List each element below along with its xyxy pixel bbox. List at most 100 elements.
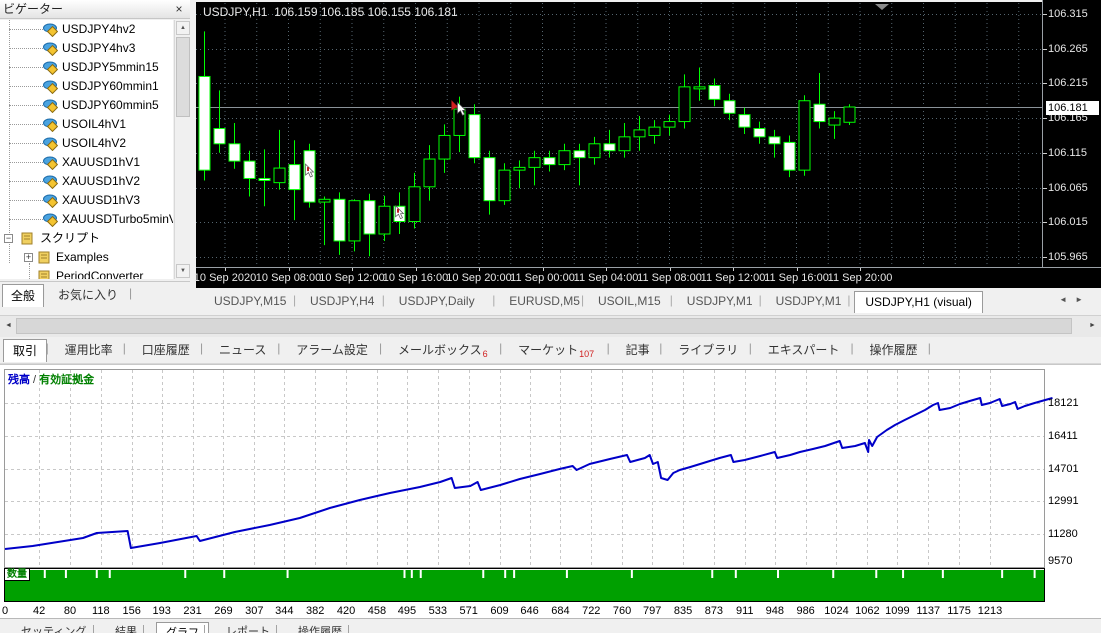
hscroll-thumb[interactable] bbox=[16, 318, 1072, 334]
candle-body bbox=[663, 121, 676, 128]
expert-advisor-icon bbox=[43, 117, 59, 133]
chart-tab-3[interactable]: EURUSD,M5 bbox=[499, 291, 590, 312]
trade-tick-label: 911 bbox=[735, 605, 754, 617]
sidebar-item-expert[interactable]: USDJPY60mmin1 bbox=[0, 77, 173, 96]
sidebar-item-expert[interactable]: USDJPY60mmin5 bbox=[0, 96, 173, 115]
tester-tab-0[interactable]: セッティング bbox=[12, 622, 95, 633]
volume-gap bbox=[777, 570, 780, 578]
volume-gap bbox=[410, 570, 413, 578]
tester-tab-3[interactable]: レポート bbox=[217, 622, 279, 633]
chart-tab-5[interactable]: USDJPY,M1 bbox=[677, 291, 763, 312]
trade-tick-label: 42 bbox=[32, 605, 46, 617]
chart-tab-6[interactable]: USDJPY,M1 bbox=[766, 291, 852, 312]
collapse-icon[interactable]: − bbox=[4, 234, 13, 243]
tab-separator: | bbox=[748, 341, 752, 355]
marker-tick bbox=[307, 167, 309, 172]
terminal-tab-1[interactable]: 運用比率 bbox=[56, 339, 122, 361]
chart-tab-4[interactable]: USOIL,M15 bbox=[588, 291, 671, 312]
terminal-tab-7[interactable]: 記事 bbox=[617, 339, 659, 361]
terminal-tab-6[interactable]: マーケット107 bbox=[509, 339, 603, 361]
hscroll-left-icon[interactable]: ◄ bbox=[1, 318, 16, 334]
axis-tick bbox=[796, 268, 798, 271]
tester-tab-1[interactable]: 結果 bbox=[106, 622, 146, 633]
sidebar-item-expert[interactable]: XAUUSDTurbo5minV bbox=[0, 210, 173, 229]
sidebar-item-expert[interactable]: USDJPY5mmin15 bbox=[0, 58, 173, 77]
price-tick-label: 106.215 bbox=[1048, 77, 1088, 89]
terminal-tab-10[interactable]: 操作履歴 bbox=[861, 339, 927, 361]
sidebar-item-label: XAUUSD1hV2 bbox=[62, 174, 141, 188]
candle-body bbox=[588, 143, 601, 159]
scroll-up-icon[interactable]: ▲ bbox=[176, 21, 190, 35]
volume-gap bbox=[941, 570, 944, 578]
expand-icon[interactable]: + bbox=[24, 253, 33, 262]
candle-body bbox=[303, 150, 316, 203]
candle-body bbox=[543, 157, 556, 166]
scrollbar-thumb[interactable] bbox=[176, 37, 190, 117]
tester-tab-4[interactable]: 操作履歴 bbox=[289, 622, 351, 633]
sidebar-item-expert[interactable]: USOIL4hV1 bbox=[0, 115, 173, 134]
sidebar-item-expert[interactable]: XAUUSD1hV1 bbox=[0, 153, 173, 172]
tab-separator: | bbox=[203, 624, 206, 633]
chart-tab-7[interactable]: USDJPY,H1 (visual) bbox=[854, 291, 983, 313]
volume-gap bbox=[734, 570, 737, 578]
axis-tick bbox=[733, 268, 734, 271]
balance-chart[interactable] bbox=[0, 365, 1101, 619]
sidebar-item-scripts[interactable]: − スクリプト bbox=[0, 229, 173, 248]
sidebar-item-expert[interactable]: USOIL4hV2 bbox=[0, 134, 173, 153]
window-border bbox=[196, 0, 1042, 2]
chart-tab-0[interactable]: USDJPY,M15 bbox=[204, 291, 296, 312]
sidebar-item-expert[interactable]: USDJPY4hv2 bbox=[0, 20, 173, 39]
volume-label: 数量 bbox=[4, 568, 30, 581]
volume-gap bbox=[403, 570, 406, 578]
price-tick-label: 106.265 bbox=[1048, 43, 1088, 55]
volume-bars bbox=[5, 570, 1044, 601]
trade-tick-label: 231 bbox=[183, 605, 202, 617]
terminal-tab-3[interactable]: ニュース bbox=[210, 339, 275, 361]
hscroll-right-icon[interactable]: ► bbox=[1085, 318, 1100, 334]
horizontal-scrollbar[interactable]: ◄ ► bbox=[0, 315, 1101, 337]
terminal-tab-2[interactable]: 口座履歴 bbox=[133, 339, 199, 361]
price-axis: 106.315 106.265 106.215 106.165 106.115 106.0… bbox=[1042, 0, 1101, 267]
sidebar-item-script[interactable]: + Examples bbox=[0, 248, 173, 267]
candle-body bbox=[558, 150, 571, 166]
expert-advisor-icon bbox=[43, 136, 59, 152]
navigator-tab-1[interactable]: お気に入り bbox=[50, 284, 126, 306]
terminal-tab-4[interactable]: アラーム設定 bbox=[287, 339, 377, 361]
navigator-scrollbar[interactable]: ▲ ▼ bbox=[174, 20, 191, 279]
tab-scroll-arrows[interactable]: ◄► bbox=[1059, 295, 1091, 304]
navigator-panel: ビゲーター × USDJPY4hv2 USDJPY4hv3 USDJPY5mmin1… bbox=[0, 0, 191, 314]
sidebar-item-script[interactable]: PeriodConverter bbox=[0, 267, 173, 279]
chart-tab-2[interactable]: USDJPY,Daily bbox=[389, 291, 485, 312]
date-tick-label: 11 Sep 12:00 bbox=[700, 272, 766, 284]
navigator-tree: USDJPY4hv2 USDJPY4hv3 USDJPY5mmin15 USDJPY6… bbox=[0, 20, 173, 279]
tab-separator: | bbox=[381, 293, 385, 307]
navigator-tab-0[interactable]: 全般 bbox=[2, 284, 45, 307]
close-icon[interactable]: × bbox=[172, 0, 186, 17]
sidebar-item-expert[interactable]: XAUUSD1hV3 bbox=[0, 191, 173, 210]
sidebar-item-label: Examples bbox=[56, 250, 109, 264]
terminal-tab-5[interactable]: メールボックス6 bbox=[389, 339, 497, 361]
axis-tick bbox=[1043, 118, 1047, 119]
sidebar-item-expert[interactable]: XAUUSD1hV2 bbox=[0, 172, 173, 191]
trade-tick-label: 609 bbox=[490, 605, 509, 617]
terminal-tab-8[interactable]: ライブラリ bbox=[669, 339, 747, 361]
volume-gap bbox=[711, 570, 714, 578]
scroll-down-icon[interactable]: ▼ bbox=[176, 264, 190, 278]
tab-separator: | bbox=[293, 293, 297, 307]
tab-separator: | bbox=[45, 341, 49, 355]
chart-tab-1[interactable]: USDJPY,H4 bbox=[300, 291, 384, 312]
sidebar-item-expert[interactable]: USDJPY4hv3 bbox=[0, 39, 173, 58]
axis-tick bbox=[479, 268, 480, 271]
candlestick-chart[interactable] bbox=[196, 0, 1042, 267]
trade-tick-label: 1024 bbox=[824, 605, 849, 617]
candle-body bbox=[483, 157, 496, 202]
terminal-tab-9[interactable]: エキスパート bbox=[759, 339, 849, 361]
terminal-tab-0[interactable]: 取引 bbox=[3, 339, 48, 362]
candle-body bbox=[783, 141, 796, 171]
candle-body bbox=[363, 200, 376, 235]
tab-separator: | bbox=[659, 341, 663, 355]
tree-connector bbox=[9, 181, 43, 182]
date-tick-label: 10 Sep 16:00 bbox=[382, 272, 449, 284]
tester-tab-2[interactable]: グラフ bbox=[156, 622, 209, 633]
trade-tick-label: 684 bbox=[551, 605, 570, 617]
